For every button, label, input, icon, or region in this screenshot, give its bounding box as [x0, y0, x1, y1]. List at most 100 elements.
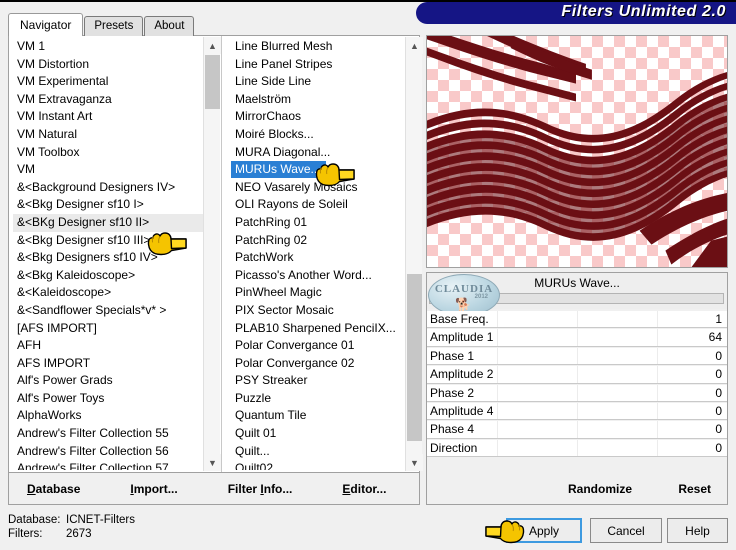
parameter-row[interactable]: Amplitude 1 64	[427, 329, 727, 347]
category-list-item[interactable]: VM Distortion	[13, 56, 203, 74]
filter-list-item[interactable]: PatchRing 01	[231, 214, 405, 232]
category-list-item[interactable]: AlphaWorks	[13, 407, 203, 425]
filter-list-item[interactable]: Line Panel Stripes	[231, 56, 405, 74]
filter-list-item[interactable]: PatchWork	[231, 249, 405, 267]
filter-list-item[interactable]: Quilt 01	[231, 425, 405, 443]
category-list-item[interactable]: VM Extravaganza	[13, 91, 203, 109]
editor-button[interactable]: Editor...	[342, 482, 386, 496]
category-list-item[interactable]: Alf's Power Grads	[13, 372, 203, 390]
parameter-tick	[657, 329, 658, 346]
parameter-tick	[577, 311, 578, 328]
tab-presets[interactable]: Presets	[84, 16, 144, 36]
parameter-tick	[497, 347, 498, 365]
parameter-tick	[577, 347, 578, 365]
scroll-down-icon[interactable]: ▼	[406, 454, 423, 471]
category-list-item[interactable]: Alf's Power Toys	[13, 390, 203, 408]
filter-list-item[interactable]: PatchRing 02	[231, 232, 405, 250]
category-list-item[interactable]: &<Sandflower Specials*v* >	[13, 302, 203, 320]
filter-list[interactable]: Line Blurred Mesh Line Panel Stripes Line …	[231, 38, 405, 470]
import-button[interactable]: Import...	[130, 482, 177, 496]
app-title-banner: Filters Unlimited 2.0	[416, 2, 736, 24]
filter-list-item[interactable]: Picasso's Another Word...	[231, 267, 405, 285]
scroll-down-icon[interactable]: ▼	[204, 454, 221, 471]
category-list-item[interactable]: VM Natural	[13, 126, 203, 144]
category-list-item[interactable]: AFH	[13, 337, 203, 355]
category-list-item[interactable]: VM Instant Art	[13, 108, 203, 126]
scroll-thumb[interactable]	[205, 55, 220, 109]
logo-text: CLAUDIA	[434, 283, 494, 295]
parameter-tick	[657, 421, 658, 438]
filter-list-item[interactable]: Polar Convergance 02	[231, 355, 405, 373]
reset-button[interactable]: Reset	[678, 482, 711, 496]
parameters-footer: Randomize Reset	[427, 474, 727, 504]
category-list-item[interactable]: &<Kaleidoscope>	[13, 284, 203, 302]
parameter-label: Base Freq.	[430, 312, 489, 326]
category-list-scrollbar[interactable]: ▲ ▼	[203, 37, 221, 471]
tab-strip: Navigator Presets About	[8, 13, 195, 36]
category-list-item[interactable]: VM Toolbox	[13, 144, 203, 162]
help-button[interactable]: Help	[667, 518, 728, 543]
parameter-label: Amplitude 4	[430, 404, 494, 418]
database-button[interactable]: Database	[27, 482, 80, 496]
filter-list-item[interactable]: PLAB10 Sharpened PenciIX...	[231, 320, 405, 338]
parameter-label: Phase 2	[430, 385, 475, 400]
parameter-row[interactable]: Direction 0	[427, 439, 727, 458]
filter-list-item[interactable]: Maelström	[231, 91, 405, 109]
category-list-item[interactable]: Andrew's Filter Collection 55	[13, 425, 203, 443]
parameter-row[interactable]: Amplitude 4 0	[427, 403, 727, 421]
parameter-row[interactable]: Amplitude 2 0	[427, 366, 727, 384]
wave-pattern-graphic	[427, 36, 727, 267]
scroll-up-icon[interactable]: ▲	[204, 37, 221, 54]
parameter-tick	[577, 384, 578, 401]
parameter-tick	[657, 366, 658, 383]
filter-list-item[interactable]: PSY Streaker	[231, 372, 405, 390]
filter-list-item[interactable]: Puzzle	[231, 390, 405, 408]
parameter-row[interactable]: Phase 4 0	[427, 421, 727, 439]
category-list-item[interactable]: Andrew's Filter Collection 56	[13, 443, 203, 461]
parameter-row[interactable]: Base Freq. 1	[427, 311, 727, 329]
filter-list-item[interactable]: PinWheel Magic	[231, 284, 405, 302]
filter-list-item[interactable]: Moiré Blocks...	[231, 126, 405, 144]
category-list-item[interactable]: Andrew's Filter Collection 57	[13, 460, 203, 470]
parameter-label: Amplitude 2	[430, 367, 494, 382]
scroll-up-icon[interactable]: ▲	[406, 37, 423, 54]
filters-unlimited-window: Filters Unlimited 2.0 Navigator Presets …	[0, 0, 736, 550]
scroll-thumb[interactable]	[407, 274, 422, 441]
filter-list-item[interactable]: Line Side Line	[231, 73, 405, 91]
category-list-item[interactable]: VM Experimental	[13, 73, 203, 91]
filter-list-item[interactable]: MirrorChaos	[231, 108, 405, 126]
tab-navigator[interactable]: Navigator	[8, 13, 84, 36]
filter-list-item[interactable]: PIX Sector Mosaic	[231, 302, 405, 320]
filter-list-item[interactable]: Quilt02...	[231, 460, 405, 470]
parameter-label: Direction	[430, 440, 478, 455]
filter-list-item[interactable]: Line Blurred Mesh	[231, 38, 405, 56]
randomize-button[interactable]: Randomize	[568, 482, 632, 496]
filters-value: 2673	[66, 528, 92, 540]
filter-list-item[interactable]: Quantum Tile	[231, 407, 405, 425]
category-list-item[interactable]: [AFS IMPORT]	[13, 320, 203, 338]
navigator-command-bar: Database Import... Filter Info... Editor…	[8, 473, 420, 505]
category-list-item[interactable]: AFS IMPORT	[13, 355, 203, 373]
parameter-tick	[497, 329, 498, 346]
parameter-row[interactable]: Phase 2 0	[427, 384, 727, 402]
parameter-value: 0	[715, 367, 722, 382]
parameter-label: Phase 4	[430, 422, 475, 437]
category-list-item[interactable]: &<Bkg Designer sf10 I>	[13, 196, 203, 214]
filter-preview[interactable]	[426, 35, 728, 268]
filter-list-scrollbar[interactable]: ▲ ▼	[405, 37, 423, 471]
category-list-item[interactable]: &<Bkg Kaleidoscope>	[13, 267, 203, 285]
parameters-panel: MURUs Wave... CLAUDIA 2012 🐕 Base Freq. 1…	[426, 272, 728, 505]
filter-list-item[interactable]: Polar Convergance 01	[231, 337, 405, 355]
category-list-item[interactable]: VM	[13, 161, 203, 179]
tab-about[interactable]: About	[144, 16, 195, 36]
category-list-item[interactable]: VM 1	[13, 38, 203, 56]
parameter-row[interactable]: Phase 1 0	[427, 347, 727, 366]
pointer-hand-icon-filter	[312, 159, 356, 187]
filter-info-button[interactable]: Filter Info...	[228, 482, 293, 496]
category-list-item[interactable]: &<Background Designers IV>	[13, 179, 203, 197]
cancel-button[interactable]: Cancel	[590, 518, 662, 543]
filter-list-item[interactable]: Quilt...	[231, 443, 405, 461]
filter-list-item[interactable]: OLI Rayons de Soleil	[231, 196, 405, 214]
pointer-hand-icon-apply	[484, 516, 528, 544]
filters-label: Filters:	[8, 528, 43, 540]
